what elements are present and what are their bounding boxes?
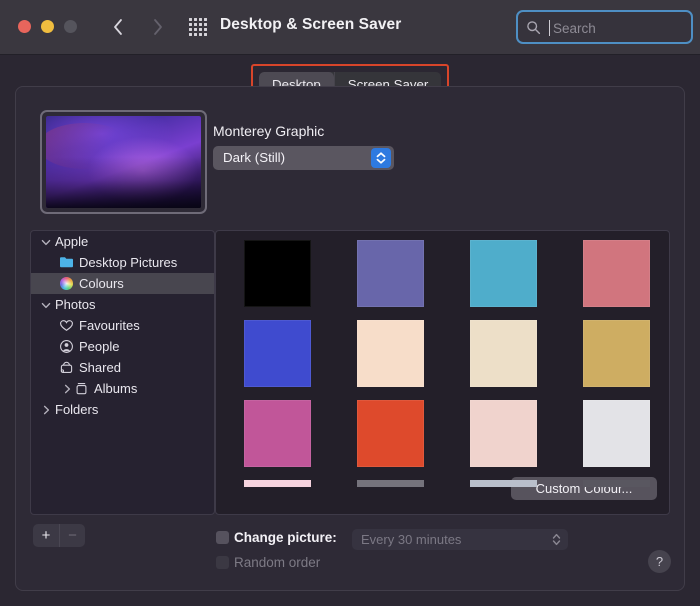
sidebar-item-folders[interactable]: Folders	[31, 399, 214, 420]
colour-swatch[interactable]	[470, 400, 537, 467]
heart-icon	[59, 320, 73, 332]
up-down-chevron-icon[interactable]	[371, 148, 391, 168]
colour-swatch[interactable]	[357, 240, 424, 307]
help-button[interactable]: ?	[648, 550, 671, 573]
page-title: Desktop & Screen Saver	[220, 16, 402, 33]
colour-swatch[interactable]	[357, 320, 424, 387]
sidebar-item-favourites[interactable]: Favourites	[31, 315, 214, 336]
sidebar-item-photos[interactable]: Photos	[31, 294, 214, 315]
wallpaper-preview[interactable]	[40, 110, 207, 214]
colour-swatch[interactable]	[357, 400, 424, 467]
zoom-button[interactable]	[64, 20, 77, 33]
sidebar-item-shared[interactable]: Shared	[31, 357, 214, 378]
wallpaper-preview-image	[46, 116, 201, 208]
colour-wheel-icon	[58, 276, 74, 292]
chevron-right-icon	[64, 384, 70, 393]
preferences-window: Desktop & Screen Saver Desktop Screen Sa…	[0, 0, 700, 606]
folder-icon	[59, 257, 73, 268]
search-field[interactable]	[516, 10, 693, 44]
album-icon	[73, 381, 89, 397]
sidebar-item-label: Folders	[55, 402, 99, 417]
remove-folder-button[interactable]: −	[59, 524, 85, 547]
chevron-right-icon[interactable]	[60, 383, 73, 395]
colour-swatch[interactable]	[583, 240, 650, 307]
change-interval-value: Every 30 minutes	[361, 532, 462, 547]
sidebar-item-apple[interactable]: Apple	[31, 231, 214, 252]
wallpaper-style-value: Dark (Still)	[223, 150, 286, 165]
wallpaper-style-select[interactable]: Dark (Still)	[213, 146, 394, 170]
random-order-checkbox[interactable]	[216, 556, 229, 569]
colour-swatch-partial[interactable]	[470, 480, 537, 487]
random-order-label: Random order	[234, 555, 321, 570]
sidebar-item-desktop-pictures[interactable]: Desktop Pictures	[31, 252, 214, 273]
colour-swatch[interactable]	[583, 320, 650, 387]
shared-album-icon	[58, 360, 74, 376]
up-down-chevron-icon	[552, 533, 561, 546]
colour-swatch[interactable]	[244, 400, 311, 467]
chevron-down-icon	[41, 302, 50, 308]
back-button[interactable]	[107, 15, 129, 39]
change-interval-select[interactable]: Every 30 minutes	[352, 529, 568, 550]
colour-swatch-partial[interactable]	[583, 480, 650, 487]
source-sidebar[interactable]: Apple Desktop Pictures Colours Photos Favour…	[30, 230, 215, 515]
change-picture-label: Change picture:	[234, 530, 337, 545]
close-button[interactable]	[18, 20, 31, 33]
sidebar-item-label: Desktop Pictures	[79, 255, 178, 270]
chevron-right-icon	[154, 19, 162, 35]
colour-swatch-partial[interactable]	[244, 480, 311, 487]
sidebar-item-label: People	[79, 339, 120, 354]
person-circle-icon	[59, 340, 73, 353]
all-preferences-grid-icon[interactable]	[187, 17, 209, 37]
chevron-left-icon	[114, 19, 122, 35]
sidebar-item-label: Shared	[79, 360, 121, 375]
forward-button[interactable]	[147, 15, 169, 39]
colour-swatch[interactable]	[470, 320, 537, 387]
chevron-right-icon	[43, 405, 49, 414]
sidebar-item-people[interactable]: People	[31, 336, 214, 357]
window-titlebar: Desktop & Screen Saver	[0, 0, 700, 55]
minimize-button[interactable]	[41, 20, 54, 33]
colour-wheel-glyph	[59, 277, 73, 290]
sidebar-item-label: Colours	[79, 276, 124, 291]
chevron-down-icon	[41, 239, 50, 245]
colour-swatch[interactable]	[244, 320, 311, 387]
change-picture-checkbox[interactable]	[216, 531, 229, 544]
sidebar-item-label: Favourites	[79, 318, 140, 333]
add-folder-button[interactable]: +	[33, 524, 59, 547]
chevron-right-icon[interactable]	[39, 404, 52, 416]
sidebar-item-label: Photos	[55, 297, 96, 312]
search-caret	[549, 20, 550, 36]
sidebar-item-label: Apple	[55, 234, 89, 249]
add-remove-group: + −	[33, 524, 85, 547]
colour-swatch-partial[interactable]	[357, 480, 424, 487]
colour-swatch[interactable]	[583, 400, 650, 467]
search-input[interactable]	[553, 19, 683, 37]
sidebar-item-albums[interactable]: Albums	[31, 378, 214, 399]
shared-album-icon	[60, 361, 72, 373]
chevron-down-icon[interactable]	[39, 236, 52, 248]
colour-swatch-grid[interactable]: Custom Colour...	[215, 230, 670, 515]
chevron-down-icon[interactable]	[39, 299, 52, 311]
graphic-name-label: Monterey Graphic	[213, 123, 325, 139]
album-icon	[76, 383, 86, 395]
folder-icon	[58, 255, 74, 271]
heart-icon	[58, 318, 74, 334]
sidebar-item-colours[interactable]: Colours	[31, 273, 214, 294]
sidebar-item-label: Albums	[94, 381, 138, 396]
colour-swatch[interactable]	[470, 240, 537, 307]
person-circle-icon	[58, 339, 74, 355]
colour-swatch[interactable]	[244, 240, 311, 307]
search-icon	[527, 21, 541, 35]
